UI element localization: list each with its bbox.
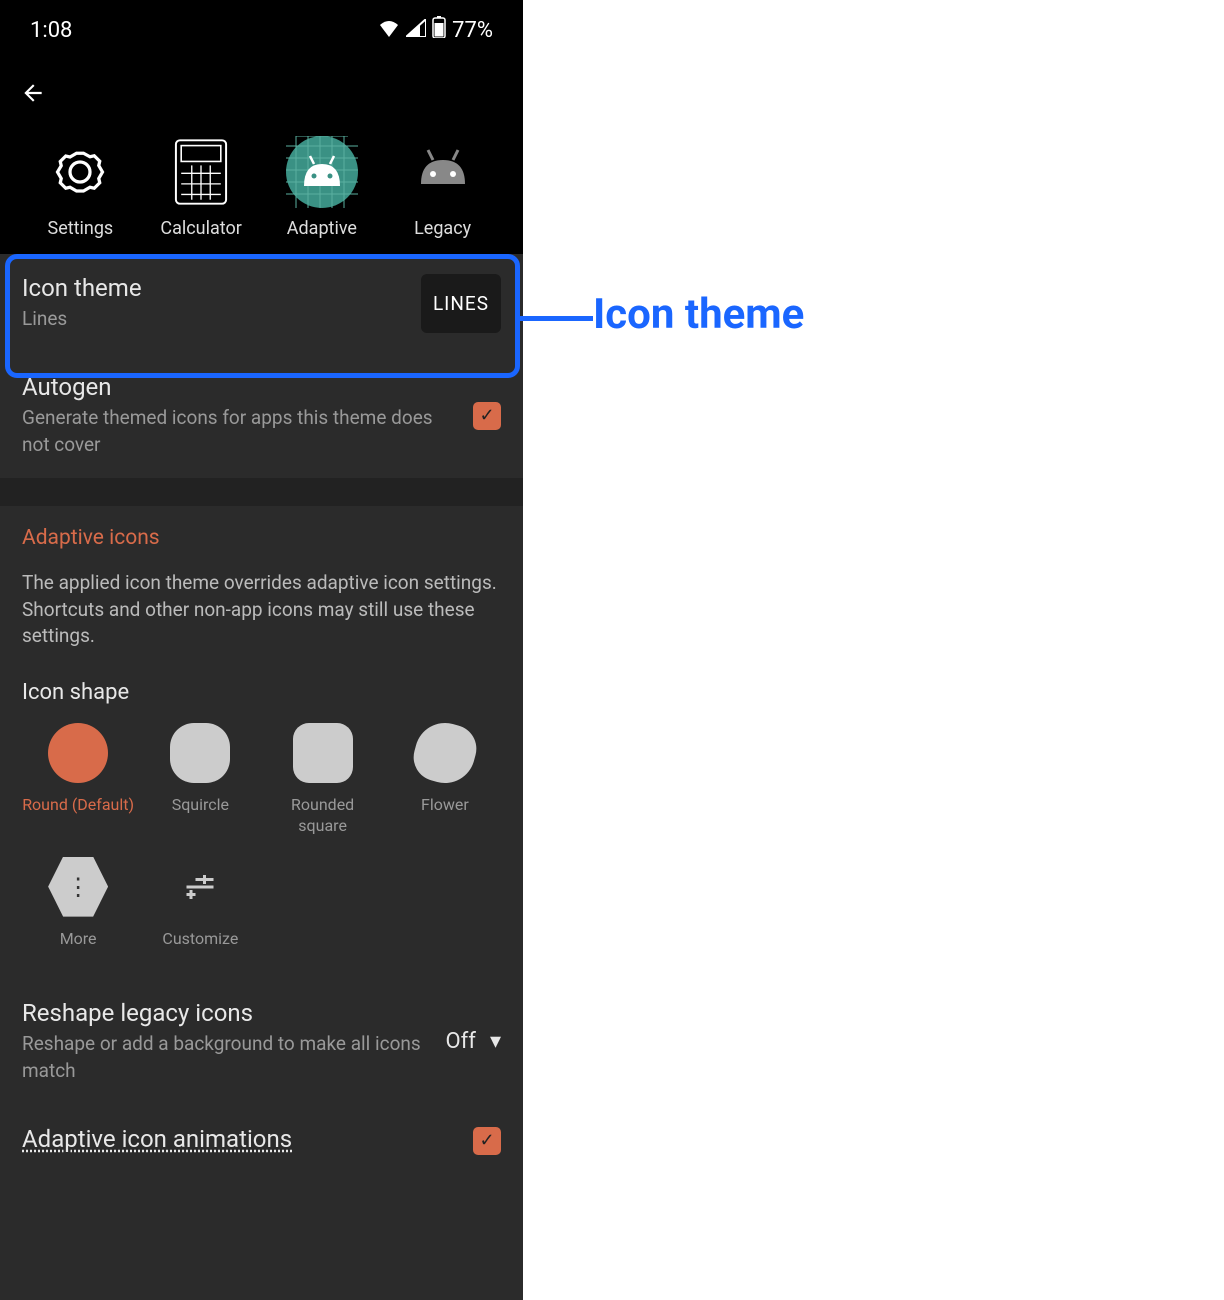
squircle-shape-icon: [170, 723, 230, 783]
shape-name: More: [60, 929, 97, 950]
back-button[interactable]: [10, 75, 56, 118]
shape-flower[interactable]: Flower: [389, 723, 501, 837]
shape-rounded-square[interactable]: Rounded square: [267, 723, 379, 837]
shape-name: Squircle: [172, 795, 229, 816]
android-adaptive-icon: [286, 136, 358, 208]
shape-name: Flower: [421, 795, 469, 816]
animations-row[interactable]: Adaptive icon animations ✓: [0, 1105, 523, 1157]
shape-round[interactable]: Round (Default): [22, 723, 134, 837]
preview-label: Adaptive: [287, 218, 357, 239]
setting-title: Icon theme: [22, 274, 405, 302]
annotation-line: [520, 316, 593, 321]
flower-shape-icon: [408, 716, 481, 789]
settings-list: Icon theme Lines LINES Autogen Generate …: [0, 254, 523, 1157]
preview-label: Calculator: [160, 218, 241, 239]
theme-badge: LINES: [421, 274, 501, 333]
adaptive-header: Adaptive icons: [0, 506, 523, 560]
setting-title: Reshape legacy icons: [22, 999, 430, 1027]
setting-desc: Generate themed icons for apps this them…: [22, 405, 457, 458]
calculator-icon: [165, 136, 237, 208]
shape-name: Round (Default): [22, 795, 134, 816]
gear-icon: [44, 136, 116, 208]
reshape-dropdown[interactable]: Off ▾: [446, 1029, 501, 1054]
icon-preview-row: Settings Calculator Adaptive Legacy: [10, 136, 513, 239]
header: Settings Calculator Adaptive Legacy: [0, 60, 523, 254]
more-shape-icon: ⋮: [48, 857, 108, 917]
shape-customize[interactable]: Customize: [144, 857, 256, 950]
preview-calculator: Calculator: [146, 136, 256, 239]
preview-adaptive: Adaptive: [267, 136, 377, 239]
battery-percent: 77%: [452, 18, 493, 43]
autogen-checkbox[interactable]: ✓: [473, 402, 501, 430]
status-bar: 1:08 77%: [0, 0, 523, 60]
divider: [0, 478, 523, 506]
customize-icon: [170, 857, 230, 917]
shape-more[interactable]: ⋮ More: [22, 857, 134, 950]
preview-label: Legacy: [414, 218, 471, 239]
phone-screen: 1:08 77% Settings: [0, 0, 523, 1300]
adaptive-desc: The applied icon theme overrides adaptiv…: [0, 560, 523, 670]
shape-name: Rounded square: [267, 795, 379, 837]
icon-theme-row[interactable]: Icon theme Lines LINES: [0, 254, 523, 353]
setting-title: Autogen: [22, 373, 457, 401]
signal-icon: [406, 18, 426, 43]
rounded-square-shape-icon: [293, 723, 353, 783]
clock: 1:08: [30, 18, 72, 43]
preview-label: Settings: [48, 218, 114, 239]
battery-icon: [432, 16, 446, 44]
setting-desc: Reshape or add a background to make all …: [22, 1031, 430, 1084]
wifi-icon: [378, 18, 400, 43]
shape-extras: ⋮ More Customize: [0, 857, 523, 980]
shape-name: Customize: [162, 929, 238, 950]
round-shape-icon: [48, 723, 108, 783]
status-icons: 77%: [378, 16, 493, 44]
shape-squircle[interactable]: Squircle: [144, 723, 256, 837]
chevron-down-icon: ▾: [490, 1029, 501, 1054]
autogen-row[interactable]: Autogen Generate themed icons for apps t…: [0, 353, 523, 478]
dropdown-value: Off: [446, 1029, 476, 1054]
shape-grid: Round (Default) Squircle Rounded square …: [0, 723, 523, 857]
animations-checkbox[interactable]: ✓: [473, 1127, 501, 1155]
preview-legacy: Legacy: [388, 136, 498, 239]
android-legacy-icon: [407, 136, 479, 208]
preview-settings: Settings: [25, 136, 135, 239]
setting-title: Adaptive icon animations: [22, 1125, 457, 1153]
reshape-row[interactable]: Reshape legacy icons Reshape or add a ba…: [0, 979, 523, 1104]
shape-label: Icon shape: [0, 670, 523, 723]
setting-value: Lines: [22, 306, 405, 333]
annotation-label: Icon theme: [593, 290, 804, 339]
